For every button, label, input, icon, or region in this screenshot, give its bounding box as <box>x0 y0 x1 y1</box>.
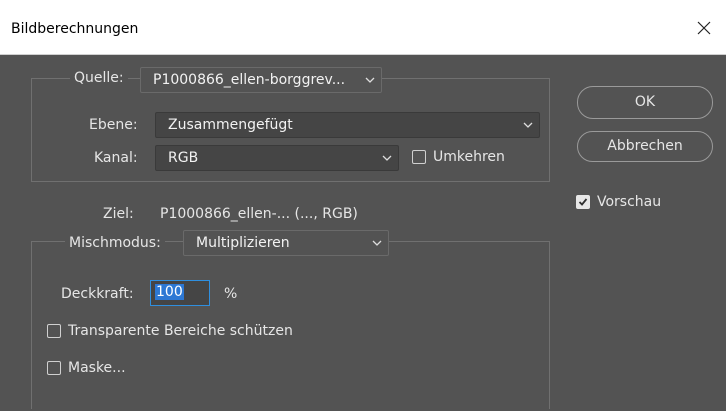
kanal-label: Kanal: <box>94 150 138 166</box>
close-button[interactable] <box>682 0 726 55</box>
mask-label: Maske... <box>68 360 126 376</box>
opacity-unit: % <box>224 286 238 302</box>
dialog-body: Quelle: P1000866_ellen-borggrev... Ebene… <box>0 55 726 411</box>
cancel-button[interactable]: Abbrechen <box>577 131 713 162</box>
mask-checkbox[interactable] <box>47 361 61 375</box>
kanal-select[interactable]: RGB <box>155 145 399 171</box>
invert-label: Umkehren <box>433 149 505 165</box>
ebene-label: Ebene: <box>89 117 138 133</box>
target-value: P1000866_ellen-... (..., RGB) <box>160 206 358 222</box>
chevron-down-icon <box>382 155 392 161</box>
quelle-select[interactable]: P1000866_ellen-borggrev... <box>140 67 382 93</box>
chevron-down-icon <box>365 77 375 83</box>
quelle-label: Quelle: <box>70 68 128 88</box>
ebene-select[interactable]: Zusammengefügt <box>155 112 540 138</box>
invert-checkbox[interactable] <box>412 150 426 164</box>
kanal-value: RGB <box>168 150 199 166</box>
blend-mode-label: Mischmodus: <box>65 233 165 253</box>
title-bar: Bildberechnungen <box>0 0 726 55</box>
close-icon <box>697 21 711 34</box>
blend-mode-value: Multiplizieren <box>196 235 290 251</box>
target-label: Ziel: <box>103 206 134 222</box>
opacity-value: 100 <box>155 284 184 300</box>
chevron-down-icon <box>523 122 533 128</box>
ok-label: OK <box>634 94 656 110</box>
blend-mode-select[interactable]: Multiplizieren <box>183 230 389 256</box>
window-title: Bildberechnungen <box>11 21 139 37</box>
checkmark-icon <box>578 198 588 206</box>
chevron-down-icon <box>372 240 382 246</box>
quelle-value: P1000866_ellen-borggrev... <box>153 72 346 88</box>
opacity-input[interactable]: 100 <box>150 280 210 306</box>
preview-label: Vorschau <box>597 194 662 210</box>
preserve-transparency-checkbox[interactable] <box>47 324 61 338</box>
opacity-label: Deckkraft: <box>61 286 134 302</box>
preserve-transparency-label: Transparente Bereiche schützen <box>68 323 293 339</box>
ok-button[interactable]: OK <box>577 86 713 119</box>
cancel-label: Abbrechen <box>607 138 683 154</box>
preview-checkbox[interactable] <box>576 195 590 209</box>
ebene-value: Zusammengefügt <box>168 117 293 133</box>
